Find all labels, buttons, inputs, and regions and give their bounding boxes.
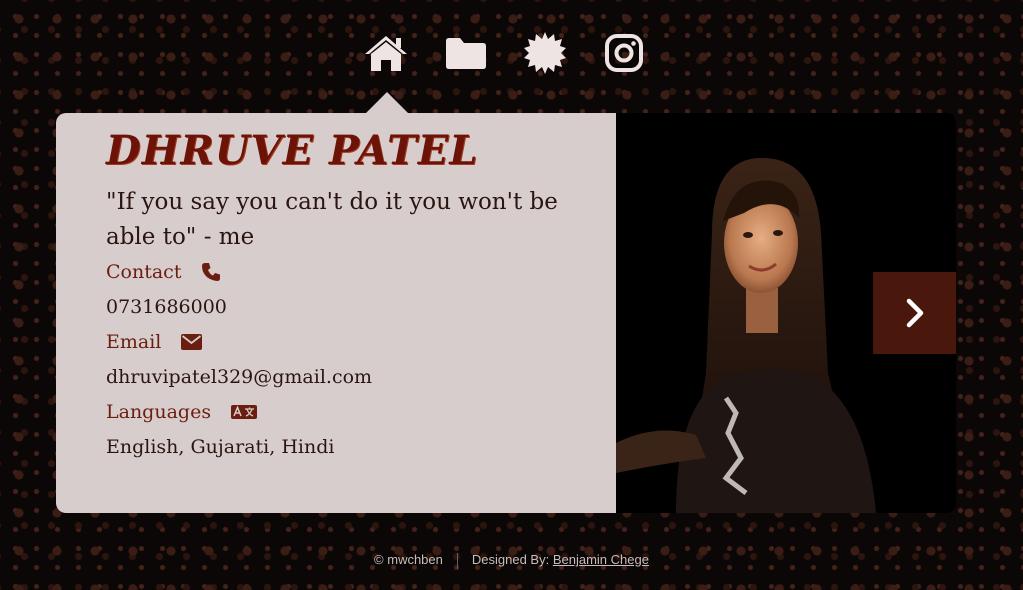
envelope-icon — [181, 334, 203, 350]
top-nav — [0, 30, 1023, 80]
languages-label: Languages — [106, 401, 212, 423]
designer-link[interactable]: Benjamin Chege — [553, 552, 649, 567]
profile-photo — [616, 113, 956, 513]
badge-icon — [524, 32, 566, 74]
nav-projects[interactable] — [442, 30, 490, 76]
nav-home[interactable] — [362, 30, 410, 76]
folder-icon — [446, 38, 486, 69]
next-slide-button[interactable] — [873, 272, 956, 354]
footer-divider — [456, 552, 458, 569]
translate-icon — [231, 405, 258, 419]
nav-active-indicator — [365, 92, 409, 114]
contact-label-row: Contact — [106, 261, 221, 283]
profile-card: DHRUVE PATEL "If you say you can't do it… — [56, 113, 956, 513]
email-label-row: Email — [106, 331, 203, 353]
nav-instagram[interactable] — [600, 30, 648, 76]
nav-badge[interactable] — [521, 30, 569, 76]
contact-label: Contact — [106, 261, 182, 283]
footer: © mwchben Designed By: Benjamin Chege — [0, 552, 1023, 569]
contact-value: 0731686000 — [106, 296, 227, 318]
phone-icon — [202, 263, 221, 281]
profile-quote: "If you say you can't do it you won't be… — [106, 189, 558, 250]
profile-name: DHRUVE PATEL — [106, 127, 479, 174]
designed-by-label: Designed By: — [471, 552, 550, 567]
copyright-text: © mwchben — [374, 552, 443, 567]
profile-info: DHRUVE PATEL "If you say you can't do it… — [56, 113, 616, 513]
email-label: Email — [106, 331, 162, 353]
languages-value: English, Gujarati, Hindi — [106, 436, 335, 458]
email-value: dhruvipatel329@gmail.com — [106, 366, 373, 388]
home-icon — [365, 36, 407, 71]
chevron-right-icon — [906, 298, 923, 328]
instagram-icon — [605, 34, 643, 72]
languages-label-row: Languages — [106, 401, 258, 423]
